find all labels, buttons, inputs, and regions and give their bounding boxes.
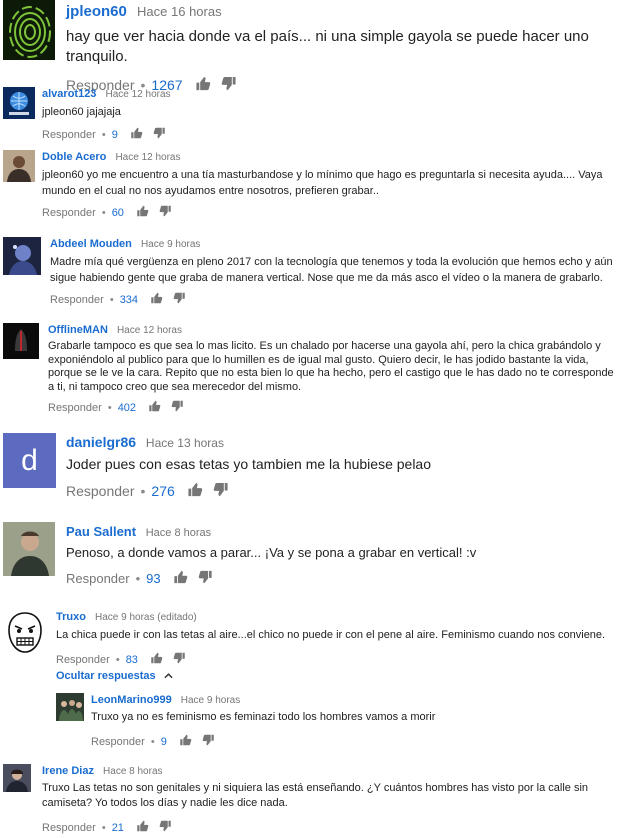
thumbs-up-icon[interactable]: [136, 205, 149, 220]
comment-text: jpleon60 jajajaja: [42, 106, 121, 118]
fingerprint-icon[interactable]: [3, 0, 55, 60]
separator-dot: •: [109, 293, 114, 306]
comment-text: Joder pues con esas tetas yo tambien me …: [66, 456, 432, 472]
thumbs-down-icon[interactable]: [213, 482, 229, 500]
thumbs-up-icon[interactable]: [179, 734, 192, 749]
fantasy-art-icon[interactable]: [3, 237, 41, 275]
like-count: 93: [146, 571, 161, 586]
like-count: 402: [117, 401, 137, 414]
person-photo-icon[interactable]: [3, 150, 35, 182]
globe-icon[interactable]: [3, 87, 35, 119]
comment-author[interactable]: Truxo: [56, 611, 86, 623]
comment: Abdeel Mouden Hace 9 horas Madre mía qué…: [0, 235, 622, 310]
comment-author[interactable]: danielgr86: [66, 434, 136, 450]
like-count: 83: [125, 653, 138, 666]
comment-time[interactable]: Hace 13 horas: [146, 436, 224, 450]
thumbs-down-icon[interactable]: [171, 400, 184, 415]
reply-button[interactable]: Responder: [91, 736, 145, 748]
separator-dot: •: [140, 483, 146, 499]
comment-time[interactable]: Hace 12 horas: [106, 89, 171, 100]
separator-dot: •: [101, 821, 106, 834]
reply-button[interactable]: Responder: [48, 402, 102, 414]
separator-dot: •: [107, 401, 112, 414]
comment: Doble Acero Hace 12 horas jpleon60 yo me…: [0, 148, 622, 223]
thumbs-down-icon[interactable]: [159, 205, 172, 220]
thumbs-down-icon[interactable]: [173, 652, 186, 667]
comment-time[interactable]: Hace 9 horas: [141, 239, 200, 250]
comment-time[interactable]: Hace 12 horas: [117, 325, 182, 336]
separator-dot: •: [101, 128, 106, 141]
comment: Irene Diaz Hace 8 horas Truxo Las tetas …: [0, 762, 622, 838]
comment-time[interactable]: Hace 9 horas (editado): [95, 612, 197, 623]
comment-text: Madre mía qué vergüenza en pleno 2017 co…: [50, 256, 613, 284]
avatar-letter: d: [21, 444, 38, 477]
comment-text: La chica puede ir con las tetas al aire.…: [56, 629, 606, 641]
thumbs-up-icon[interactable]: [173, 570, 188, 587]
comment-time[interactable]: Hace 12 horas: [115, 152, 180, 163]
separator-dot: •: [150, 735, 155, 748]
comment-time[interactable]: Hace 8 horas: [146, 527, 211, 539]
comment-author[interactable]: alvarot123: [42, 88, 96, 100]
thumbs-down-icon[interactable]: [159, 820, 172, 835]
comment-author[interactable]: Irene Diaz: [42, 765, 94, 777]
comment-author[interactable]: Pau Sallent: [66, 524, 136, 539]
comment: alvarot123 Hace 12 horas jpleon60 jajaja…: [0, 85, 622, 145]
like-count: 276: [151, 483, 175, 499]
hide-replies-label: Ocultar respuestas: [56, 670, 156, 682]
thumbs-up-icon[interactable]: [187, 482, 203, 500]
reply-button[interactable]: Responder: [66, 571, 130, 586]
hide-replies-toggle[interactable]: Ocultar respuestas: [56, 670, 173, 682]
thumbs-down-icon[interactable]: [153, 127, 166, 142]
like-count: 60: [111, 206, 124, 219]
reply-button[interactable]: Responder: [42, 129, 96, 141]
separator-dot: •: [115, 653, 120, 666]
comment: jpleon60 Hace 16 horas hay que ver hacia…: [0, 0, 622, 93]
thumbs-up-icon[interactable]: [148, 400, 161, 415]
comment: Truxo Hace 9 horas (editado) La chica pu…: [0, 608, 622, 668]
person-photo-icon[interactable]: [3, 764, 31, 792]
comment-text: jpleon60 yo me encuentro a una tía mastu…: [42, 169, 603, 197]
separator-dot: •: [101, 206, 106, 219]
comment-time[interactable]: Hace 9 horas: [181, 695, 240, 706]
comment-author[interactable]: Doble Acero: [42, 151, 106, 163]
reply-button[interactable]: Responder: [42, 207, 96, 219]
like-count: 21: [111, 821, 124, 834]
rage-face-icon[interactable]: [3, 610, 47, 656]
comment: Pau Sallent Hace 8 horas Penoso, a donde…: [0, 520, 622, 595]
like-count: 9: [111, 128, 118, 141]
separator-dot: •: [135, 571, 141, 586]
letter-d-icon[interactable]: d: [3, 433, 56, 488]
reply-button[interactable]: Responder: [66, 483, 135, 499]
comment-text: Truxo Las tetas no son genitales y ni si…: [42, 782, 589, 809]
reply-comment: LeonMarino999 Hace 9 horas Truxo ya no e…: [0, 691, 622, 751]
reply-button[interactable]: Responder: [56, 654, 110, 666]
chevron-up-icon: [164, 670, 173, 682]
comment-text: Truxo ya no es feminismo es feminazi tod…: [91, 711, 436, 723]
thumbs-up-icon[interactable]: [150, 652, 163, 667]
thumbs-down-icon[interactable]: [202, 734, 215, 749]
comment-time[interactable]: Hace 8 horas: [103, 766, 162, 777]
comment-text: hay que ver hacia donde va el país... ni…: [66, 28, 589, 65]
reply-button[interactable]: Responder: [50, 294, 104, 306]
person-photo-icon[interactable]: [3, 522, 55, 576]
like-count: 9: [160, 735, 167, 748]
dark-figure-icon[interactable]: [3, 323, 39, 359]
comment-author[interactable]: OfflineMAN: [48, 324, 108, 336]
group-photo-icon[interactable]: [56, 693, 84, 721]
comment-author[interactable]: Abdeel Mouden: [50, 238, 132, 250]
comment-time[interactable]: Hace 16 horas: [137, 4, 222, 19]
thumbs-down-icon[interactable]: [198, 570, 213, 587]
comment: OfflineMAN Hace 12 horas Grabarle tampoc…: [0, 321, 622, 421]
thumbs-down-icon[interactable]: [173, 292, 186, 307]
comment-text: Penoso, a donde vamos a parar... ¡Va y s…: [66, 545, 477, 560]
thumbs-up-icon[interactable]: [136, 820, 149, 835]
like-count: 334: [119, 293, 139, 306]
comment: d danielgr86 Hace 13 horas Joder pues co…: [0, 430, 622, 510]
comment-author[interactable]: LeonMarino999: [91, 694, 172, 706]
comment-author[interactable]: jpleon60: [66, 3, 127, 20]
thumbs-up-icon[interactable]: [150, 292, 163, 307]
thumbs-up-icon[interactable]: [130, 127, 143, 142]
comment-text: Grabarle tampoco es que sea lo mas licit…: [48, 340, 614, 393]
reply-button[interactable]: Responder: [42, 822, 96, 834]
